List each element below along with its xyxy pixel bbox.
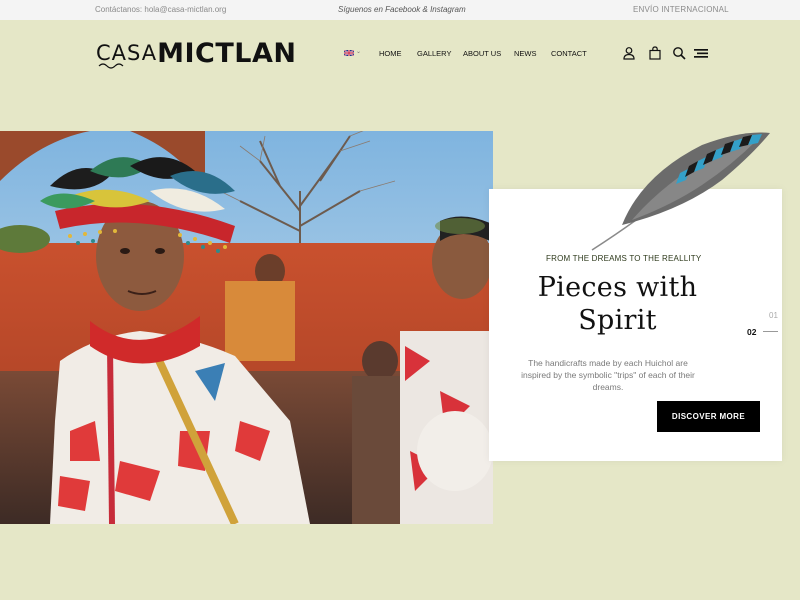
headline-line-2: Spirit bbox=[578, 305, 657, 336]
nav-about-us[interactable]: ABOUT US bbox=[463, 49, 501, 58]
site-logo[interactable]: CASAMICTLAN bbox=[96, 38, 296, 72]
contact-email[interactable]: Contáctanos: hola@casa-mictlan.org bbox=[95, 5, 226, 14]
discover-more-button[interactable]: DISCOVER MORE bbox=[657, 401, 760, 432]
top-bar: Contáctanos: hola@casa-mictlan.org Sígue… bbox=[0, 0, 800, 20]
search-icon[interactable] bbox=[672, 46, 686, 60]
chevron-down-icon[interactable]: ⌄ bbox=[356, 48, 361, 55]
hero-description: The handicrafts made by each Huichol are… bbox=[521, 358, 695, 392]
hero-headline: Pieces with Spirit bbox=[530, 271, 705, 337]
social-link[interactable]: Síguenos en Facebook & Instagram bbox=[338, 5, 466, 14]
headline-line-1: Pieces with bbox=[537, 272, 698, 303]
pager-item-01[interactable]: 01 bbox=[769, 311, 778, 320]
en-flag-icon[interactable] bbox=[344, 50, 354, 56]
nav-home[interactable]: HOME bbox=[379, 49, 402, 58]
feather-illustration bbox=[591, 132, 770, 251]
shipping-notice: ENVÍO INTERNACIONAL bbox=[633, 5, 729, 14]
hero-photo bbox=[0, 131, 493, 524]
hero-eyebrow: FROM THE DREAMS TO THE REALLITY bbox=[546, 254, 702, 263]
pager-active-line bbox=[763, 331, 778, 332]
nav-gallery[interactable]: GALLERY bbox=[417, 49, 451, 58]
user-icon[interactable] bbox=[622, 46, 636, 60]
nav-contact[interactable]: CONTACT bbox=[551, 49, 587, 58]
shopping-bag-icon[interactable] bbox=[648, 46, 662, 60]
nav-news[interactable]: NEWS bbox=[514, 49, 537, 58]
menu-icon[interactable] bbox=[694, 46, 710, 60]
logo-swirl-icon bbox=[98, 63, 124, 69]
pager-item-02-active[interactable]: 02 bbox=[747, 327, 756, 337]
logo-part-mictlan: MICTLAN bbox=[157, 38, 297, 69]
